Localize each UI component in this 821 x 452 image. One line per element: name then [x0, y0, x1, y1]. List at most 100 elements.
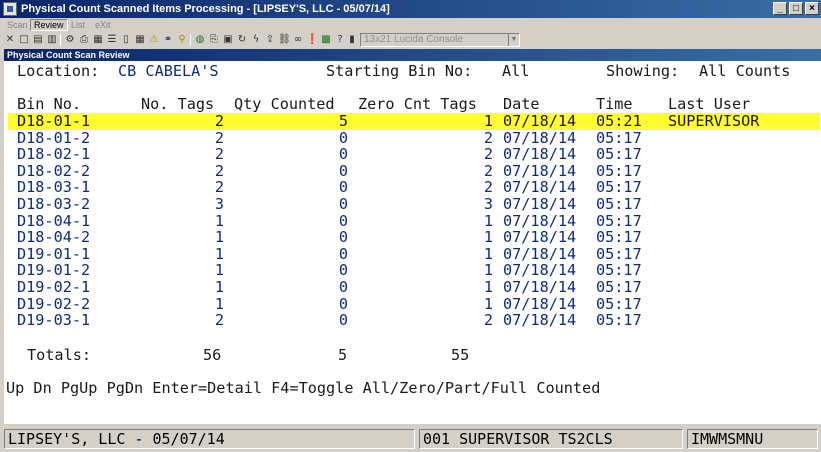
cell-bin: D19-02-2 — [17, 294, 91, 313]
table-row[interactable]: D18-02-2 2 0 2 07/18/14 05:17 — [4, 161, 821, 180]
calendar-icon[interactable]: ▣ — [222, 34, 234, 46]
cell-bin: D18-03-2 — [17, 195, 91, 213]
table-row[interactable]: D18-02-1 2 0 2 07/18/14 05:17 — [4, 146, 821, 163]
paste-icon[interactable]: ▥ — [46, 34, 58, 46]
document-icon[interactable]: ▯ — [120, 34, 132, 46]
table-row[interactable]: D18-03-1 2 0 2 07/18/14 05:17 — [4, 179, 821, 196]
col-time: Time — [596, 95, 633, 113]
chevron-down-icon[interactable]: ▼ — [508, 34, 519, 46]
close-button[interactable]: × — [805, 2, 819, 15]
font-icon[interactable]: ▮ — [346, 34, 358, 46]
list-icon[interactable]: ☰ — [106, 34, 118, 46]
lightning-icon[interactable]: ϟ — [250, 34, 262, 46]
cell-date: 07/18/14 — [503, 294, 577, 313]
table-row[interactable]: D19-01-2 1 0 1 07/18/14 05:17 — [4, 262, 821, 279]
menu-exit[interactable]: eXit — [92, 19, 114, 31]
cell-zero: 3 — [483, 195, 493, 213]
print-icon[interactable]: ⎙ — [78, 34, 90, 46]
cell-tags: 1 — [214, 244, 224, 263]
refresh-icon[interactable]: ↻ — [236, 34, 248, 46]
cell-tags: 2 — [214, 311, 224, 330]
totals-label: Totals: — [27, 346, 92, 364]
child-window-title: Physical Count Scan Review — [4, 49, 821, 61]
globe-icon[interactable]: ◍ — [194, 34, 206, 46]
table-row[interactable]: D19-03-1 2 0 2 07/18/14 05:17 — [4, 312, 821, 329]
menu-list[interactable]: List — [68, 19, 88, 31]
help-icon[interactable]: ? — [334, 34, 346, 46]
menu-scan[interactable]: Scan — [4, 19, 31, 31]
preview-icon[interactable]: ▦ — [92, 34, 104, 46]
cell-time: 05:17 — [596, 278, 642, 296]
export-icon[interactable]: ⇪ — [264, 34, 276, 46]
link-icon[interactable]: ⛓ — [278, 34, 291, 46]
cell-bin: D18-03-1 — [17, 178, 91, 197]
table-row[interactable]: D19-02-2 1 0 1 07/18/14 05:17 — [4, 294, 821, 313]
attach-icon[interactable]: ⎘ — [208, 34, 220, 46]
cell-time: 05:17 — [596, 228, 642, 247]
cell-time: 05:17 — [596, 178, 642, 197]
menu-review[interactable]: Review — [30, 19, 68, 31]
cell-date: 07/18/14 — [503, 178, 577, 197]
cell-tags: 1 — [214, 294, 224, 313]
menu-bar: Scan Review List eXit — [0, 18, 821, 32]
cell-qty: 0 — [338, 294, 348, 313]
copy-icon[interactable]: ▤ — [32, 34, 44, 46]
cell-zero: 1 — [483, 112, 493, 130]
status-user: 001 SUPERVISOR TS2CLS — [419, 429, 683, 449]
table-row[interactable]: D18-01-1 2 5 1 07/18/14 05:21 SUPERVISOR — [4, 113, 821, 130]
new-icon[interactable]: □ — [18, 34, 30, 46]
status-program: IMWMSMNU — [687, 429, 818, 449]
cell-zero: 2 — [483, 128, 493, 147]
cell-date: 07/18/14 — [503, 311, 577, 330]
alert-icon[interactable]: ❗ — [306, 34, 318, 46]
minimize-button[interactable]: _ — [773, 2, 787, 15]
cell-qty: 0 — [338, 128, 348, 147]
totals-tags: 56 — [203, 346, 222, 364]
cell-tags: 2 — [214, 128, 224, 147]
table-row[interactable]: D18-03-2 3 0 3 07/18/14 05:17 — [4, 196, 821, 213]
totals-qty: 5 — [338, 346, 348, 364]
cell-bin: D19-03-1 — [17, 311, 91, 330]
cell-date: 07/18/14 — [503, 128, 577, 147]
cell-qty: 0 — [338, 195, 348, 213]
toolbar: ✕ □ ▤ ▥ ⚙ ⎙ ▦ ☰ ▯ ▦ ⚠ ⚭ ⚲ ◍ ⎘ ▣ ↻ ϟ ⇪ ⛓ … — [0, 32, 821, 48]
cell-tags: 2 — [214, 161, 224, 180]
starting-bin-value: All — [502, 62, 530, 80]
cell-zero: 2 — [483, 178, 493, 197]
warning-icon[interactable]: ⚠ — [148, 34, 160, 46]
app-icon[interactable] — [3, 2, 17, 16]
table-row[interactable]: D19-02-1 1 0 1 07/18/14 05:17 — [4, 279, 821, 296]
table-row[interactable]: D18-04-1 1 0 1 07/18/14 05:17 — [4, 211, 821, 230]
cell-time: 05:17 — [596, 244, 642, 263]
help-line: Up Dn PgUp PgDn Enter=Detail F4=Toggle A… — [6, 379, 601, 397]
font-select-value: 13x21 Lucida Console — [364, 34, 463, 45]
window-title: Physical Count Scanned Items Processing … — [21, 3, 390, 15]
table-row[interactable]: D18-01-2 2 0 2 07/18/14 05:17 — [4, 128, 821, 147]
cell-bin: D18-01-1 — [17, 112, 91, 130]
cell-qty: 0 — [338, 161, 348, 180]
cell-tags: 1 — [214, 278, 224, 296]
cell-tags: 1 — [214, 211, 224, 230]
font-select[interactable]: 13x21 Lucida Console ▼ — [360, 33, 520, 47]
cell-qty: 0 — [338, 244, 348, 263]
cell-qty: 0 — [338, 311, 348, 330]
chain-icon[interactable]: ∞ — [292, 34, 304, 46]
search-icon[interactable]: ⚲ — [176, 34, 188, 46]
table-row[interactable]: D19-01-1 1 0 1 07/18/14 05:17 — [4, 244, 821, 263]
grid-icon[interactable]: ▦ — [134, 34, 146, 46]
cell-time: 05:21 — [596, 112, 642, 130]
cell-qty: 0 — [338, 261, 348, 280]
cell-time: 05:17 — [596, 311, 642, 330]
cell-bin: D19-01-2 — [17, 261, 91, 280]
cell-tags: 1 — [214, 261, 224, 280]
binoculars-icon[interactable]: ⚭ — [162, 34, 174, 46]
close-doc-icon[interactable]: ✕ — [4, 34, 16, 46]
cell-date: 07/18/14 — [503, 261, 577, 280]
settings-icon[interactable]: ⚙ — [64, 34, 76, 46]
cell-bin: D18-02-2 — [17, 161, 91, 180]
calculator-icon[interactable]: ▩ — [320, 34, 332, 46]
cell-zero: 2 — [483, 145, 493, 164]
cell-bin: D18-01-2 — [17, 128, 91, 147]
table-row[interactable]: D18-04-2 1 0 1 07/18/14 05:17 — [4, 229, 821, 246]
maximize-button[interactable]: □ — [789, 2, 803, 15]
